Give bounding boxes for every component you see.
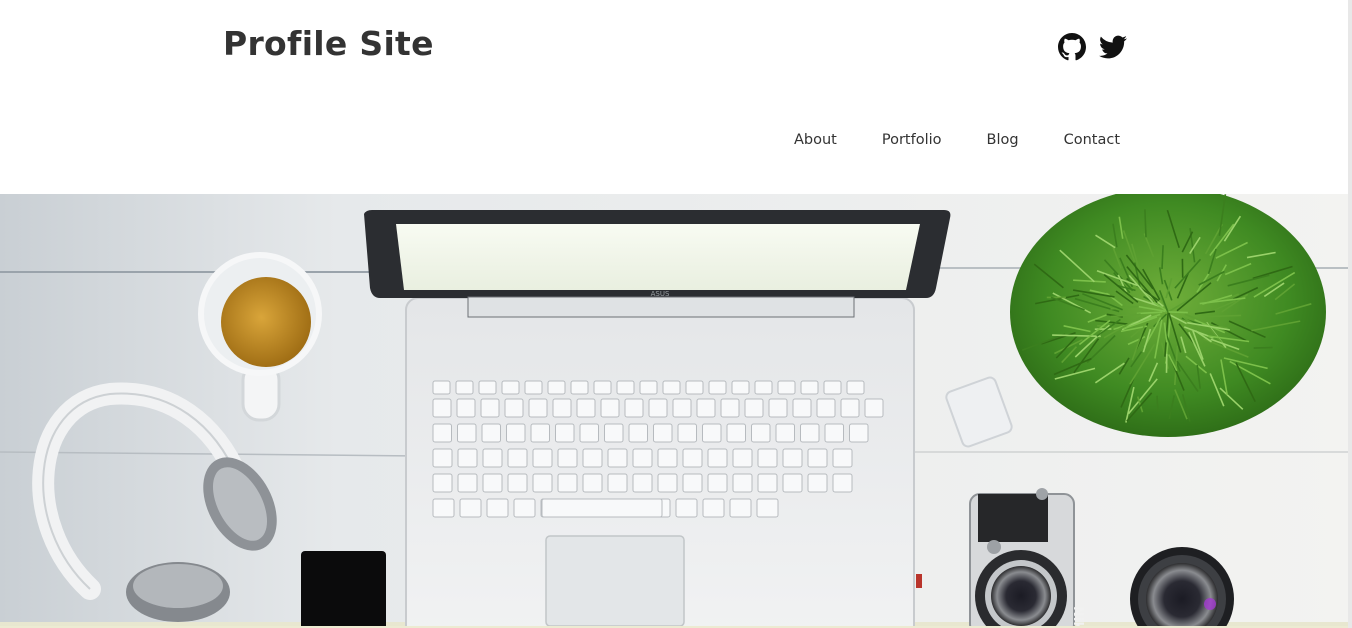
camera: Nikon	[969, 488, 1085, 626]
site-title[interactable]: Profile Site	[223, 22, 434, 66]
scrollbar[interactable]	[1348, 0, 1352, 628]
twitter-icon	[1099, 35, 1127, 59]
hero-image: ASUS Nikon	[0, 194, 1348, 626]
site-header: Profile Site About Portfolio Blog Contac…	[0, 0, 1348, 194]
svg-text:ASUS: ASUS	[651, 290, 670, 298]
trackpad	[545, 535, 685, 626]
nav-contact[interactable]: Contact	[1064, 130, 1120, 150]
laptop: ASUS	[364, 210, 951, 626]
svg-text:Nikon: Nikon	[1070, 606, 1085, 626]
grass-plant	[1010, 194, 1326, 437]
nav-blog[interactable]: Blog	[987, 130, 1019, 150]
hero-desk-photo: ASUS Nikon	[0, 194, 1348, 626]
main-nav: About Portfolio Blog Contact	[794, 130, 1120, 150]
nav-portfolio[interactable]: Portfolio	[882, 130, 942, 150]
nav-about[interactable]: About	[794, 130, 837, 150]
phone	[301, 551, 386, 626]
github-link[interactable]	[1058, 33, 1086, 61]
twitter-link[interactable]	[1099, 33, 1127, 61]
social-links	[1058, 33, 1127, 61]
github-icon	[1058, 33, 1086, 61]
